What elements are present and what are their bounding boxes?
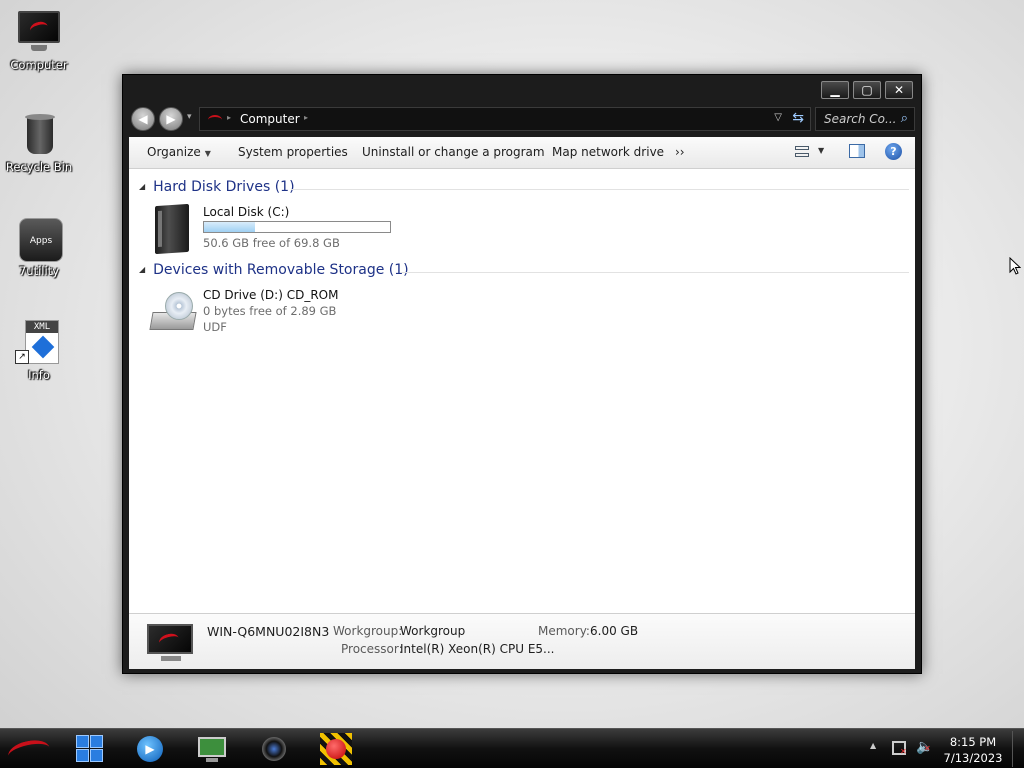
organize-menu[interactable]: Organize ▼ <box>147 145 211 159</box>
desktop-icon-label: Info <box>28 368 50 382</box>
camera-icon[interactable] <box>258 733 290 765</box>
system-clock[interactable]: 8:15 PM 7/13/2023 <box>940 734 1006 766</box>
desktop-icon-info[interactable]: XML ↗ Info <box>4 320 74 382</box>
drive-free-space: 50.6 GB free of 69.8 GB <box>203 236 340 250</box>
desktop-icon-7utility[interactable]: Apps 7utility <box>4 216 74 278</box>
help-icon[interactable]: ? <box>885 143 902 160</box>
navigation-bar: ◀ ▶ ▾ ▸ Computer ▸ ▽ ⇆ Search Co... ⌕ <box>129 106 915 132</box>
network-disconnected-icon[interactable] <box>892 741 907 756</box>
file-list: ◢ Hard Disk Drives (1) Local Disk (C:) 50… <box>129 169 915 613</box>
chevron-right-icon[interactable]: ▸ <box>304 113 308 122</box>
preview-pane-icon[interactable] <box>849 144 865 158</box>
address-bar[interactable]: ▸ Computer ▸ ▽ ⇆ <box>199 107 811 131</box>
clock-date: 7/13/2023 <box>943 751 1003 765</box>
search-icon[interactable]: ⌕ <box>901 111 908 126</box>
apps-tile-label: Apps <box>19 218 63 262</box>
map-network-drive-button[interactable]: Map network drive <box>552 145 664 159</box>
memory-label: Memory: <box>538 624 590 638</box>
xml-icon: XML ↗ <box>15 320 63 364</box>
recycle-bin-icon <box>15 112 63 156</box>
close-button[interactable]: ✕ <box>885 81 913 99</box>
drive-free-space: 0 bytes free of 2.89 GB <box>203 304 337 318</box>
start-button[interactable] <box>2 731 58 767</box>
minimize-button[interactable]: ▁ <box>821 81 849 99</box>
search-input[interactable]: Search Co... ⌕ <box>815 107 915 131</box>
memory-value: 6.00 GB <box>590 624 639 638</box>
address-path[interactable]: Computer <box>240 112 300 126</box>
windows-explorer-icon[interactable] <box>74 733 106 765</box>
cd-drive-icon <box>149 290 197 334</box>
show-hidden-icons-button[interactable]: ▲ <box>870 741 876 750</box>
show-desktop-button[interactable] <box>1012 731 1022 767</box>
drive-item-local-disk-c[interactable]: Local Disk (C:) 50.6 GB free of 69.8 GB <box>149 203 449 261</box>
desktop-icon-recycle-bin[interactable]: Recycle Bin <box>4 112 74 174</box>
address-dropdown-icon[interactable]: ▽ <box>774 112 782 123</box>
taskbar: ▶ ▲ 🔈 8:15 PM 7/13/2023 <box>0 728 1024 768</box>
group-header-removable-storage[interactable]: ◢ Devices with Removable Storage (1) <box>139 262 909 282</box>
details-pane: WIN-Q6MNU02I8N3 Workgroup: Workgroup Mem… <box>129 613 915 669</box>
chevron-right-icon[interactable]: ▸ <box>227 113 231 122</box>
apps-icon: Apps <box>15 216 63 262</box>
record-icon[interactable] <box>320 733 352 765</box>
computer-name: WIN-Q6MNU02I8N3 <box>207 624 330 639</box>
xml-tag: XML <box>26 321 58 333</box>
group-header-label: Devices with Removable Storage (1) <box>153 262 409 278</box>
caption-buttons: ▁ ▢ ✕ <box>821 81 913 99</box>
hard-disk-icon <box>155 203 189 255</box>
forward-button[interactable]: ▶ <box>159 107 183 131</box>
collapse-triangle-icon[interactable]: ◢ <box>139 182 145 191</box>
system-properties-button[interactable]: System properties <box>238 145 348 159</box>
media-player-icon[interactable]: ▶ <box>134 733 166 765</box>
uninstall-program-button[interactable]: Uninstall or change a program <box>362 145 545 159</box>
chevron-down-icon: ▼ <box>818 146 825 155</box>
back-button[interactable]: ◀ <box>131 107 155 131</box>
clock-time: 8:15 PM <box>949 735 997 749</box>
volume-muted-icon[interactable]: 🔈 <box>916 739 933 755</box>
maximize-button[interactable]: ▢ <box>853 81 881 99</box>
processor-value: Intel(R) Xeon(R) CPU E5... <box>400 642 555 656</box>
group-header-hard-disks[interactable]: ◢ Hard Disk Drives (1) <box>139 179 909 199</box>
command-bar: Organize ▼ System properties Uninstall or… <box>129 137 915 169</box>
desktop-icon-label: Computer <box>10 58 68 72</box>
group-header-label: Hard Disk Drives (1) <box>153 179 295 195</box>
processor-label: Processor: <box>341 642 403 656</box>
drive-item-cd-drive-d[interactable]: CD Drive (D:) CD_ROM 0 bytes free of 2.8… <box>149 288 449 344</box>
computer-icon <box>147 624 195 664</box>
drive-filesystem: UDF <box>203 320 227 334</box>
computer-location-icon <box>208 112 222 126</box>
drive-name: Local Disk (C:) <box>203 205 290 219</box>
collapse-triangle-icon[interactable]: ◢ <box>139 265 145 274</box>
recent-pages-dropdown[interactable]: ▾ <box>187 112 192 122</box>
chevron-down-icon: ▼ <box>204 149 211 158</box>
more-commands-button[interactable]: ›› <box>675 145 685 159</box>
search-placeholder: Search Co... <box>824 112 897 126</box>
drive-name: CD Drive (D:) CD_ROM <box>203 288 339 302</box>
desktop-icon-computer[interactable]: Computer <box>4 10 74 72</box>
desktop-icon-label: 7utility <box>18 264 59 278</box>
mouse-cursor-icon <box>1009 257 1021 275</box>
computer-icon <box>15 10 63 54</box>
organize-label: Organize <box>147 145 201 159</box>
workgroup-label: Workgroup: <box>333 624 403 638</box>
shortcut-arrow-icon: ↗ <box>15 350 29 364</box>
explorer-window: ▁ ▢ ✕ ◀ ▶ ▾ ▸ Computer ▸ ▽ ⇆ Search Co..… <box>122 74 922 674</box>
drive-usage-bar <box>203 221 391 233</box>
workgroup-value: Workgroup <box>400 624 466 638</box>
remote-desktop-icon[interactable] <box>196 733 228 765</box>
refresh-icon[interactable]: ⇆ <box>792 110 804 126</box>
desktop-icon-label: Recycle Bin <box>5 160 73 174</box>
change-view-button[interactable]: ▼ <box>793 143 825 163</box>
